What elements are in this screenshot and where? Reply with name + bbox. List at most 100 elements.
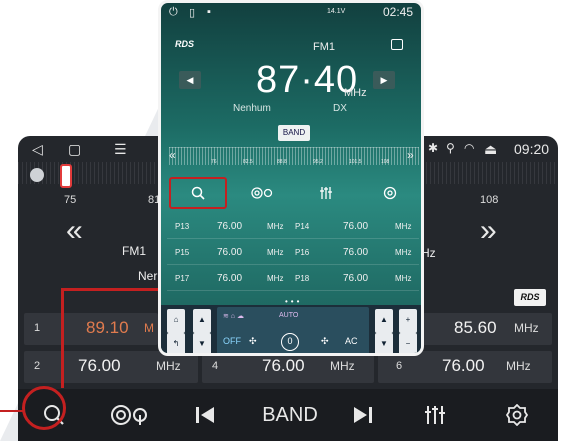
scale-tick: 95.2 [313, 159, 323, 165]
scale-tick: 108 [381, 159, 390, 165]
temp-down-right-icon[interactable]: ▼ [375, 333, 393, 353]
preset-frequency: 76.00 [343, 247, 369, 258]
phone-radio-screen: ⏻ ▯ ▪ 14.1V 02:45 RDS FM1 ◀ ▶ 87·40 MHz … [158, 0, 424, 356]
gear-icon [383, 186, 397, 200]
preset-unit: MHz [267, 222, 284, 231]
phone-station-name: Nenhum [233, 103, 271, 114]
eject-icon[interactable]: ⏏ [484, 141, 497, 158]
location-icon: ⚲ [446, 141, 455, 155]
scale-tick: 82.5 [243, 159, 253, 165]
seek-up-button[interactable]: ▶ [373, 71, 395, 89]
radio-broadcast-icon [251, 187, 273, 199]
preset-unit: MHz [267, 274, 284, 283]
preset-frequency: 76.00 [343, 273, 369, 284]
fan-max-icon: ✣ [321, 336, 329, 346]
fan-speed[interactable]: 0 [281, 333, 299, 351]
preset-frequency: 76.00 [217, 273, 243, 284]
image-icon: ▪ [207, 6, 211, 18]
preset-frequency: 76.00 [78, 356, 121, 375]
scale-right-icon[interactable]: » [407, 148, 414, 162]
home-icon[interactable]: ⌂ [167, 309, 185, 333]
bluetooth-icon: ✱ [428, 141, 439, 155]
preset-unit: MHz [267, 248, 284, 257]
preset-label: P14 [295, 222, 310, 231]
battery-voltage: 14.1V [327, 8, 346, 15]
phone-frequency: 87·40 [256, 59, 359, 101]
tuner-dial[interactable] [30, 168, 44, 182]
preset-number: 1 [34, 322, 41, 334]
preset-label: P18 [295, 274, 310, 283]
climate-ac[interactable]: AC [345, 336, 358, 346]
settings-button[interactable] [502, 397, 532, 433]
equalizer-button[interactable] [420, 397, 450, 433]
phone-rds-logo: RDS [175, 39, 195, 49]
preset-unit: MHz [395, 248, 412, 257]
preset-frequency: 76.00 [217, 221, 243, 232]
seek-down-button[interactable]: ◀ [179, 71, 201, 89]
preset-frequency: 89.10 [86, 318, 129, 337]
phone-unit: MHz [344, 87, 367, 99]
phone-search-button[interactable] [169, 177, 227, 209]
climate-mode-icons[interactable]: ≋ ⌂ ☁ [223, 312, 244, 320]
preset-unit: MHz [506, 359, 531, 373]
phone-toolbar [167, 177, 419, 209]
radio-broadcast-icon [111, 405, 147, 425]
volume-down-icon[interactable]: − [399, 333, 417, 353]
preset-label: P13 [175, 222, 190, 231]
phone-status-bar: ⏻ ▯ ▪ 14.1V 02:45 [161, 3, 421, 23]
preset-frequency: 76.00 [262, 356, 305, 375]
climate-auto[interactable]: AUTO [279, 312, 298, 319]
preset-label: P16 [295, 248, 310, 257]
tablet-station: Ner [138, 269, 158, 283]
preset-unit: MHz [395, 274, 412, 283]
rds-badge: RDS [514, 289, 546, 306]
preset-number: 6 [396, 360, 403, 372]
temp-down-icon[interactable]: ▼ [193, 333, 211, 353]
preset-unit: M [144, 321, 154, 335]
preset-frequency: 76.00 [343, 221, 369, 232]
callout-line [61, 288, 64, 388]
power-icon[interactable]: ⏻ [169, 6, 178, 19]
equalizer-icon [320, 187, 332, 199]
back-icon[interactable]: ◁ [32, 141, 43, 158]
home-icon[interactable]: ▢ [68, 141, 81, 158]
climate-controls: ≋ ⌂ ☁ AUTO OFF ✣ 0 ✣ AC [217, 307, 369, 353]
preset-1[interactable]: 1 89.10 M [24, 313, 158, 345]
tablet-band: FM1 [122, 244, 146, 258]
temp-up-icon[interactable]: ▲ [193, 309, 211, 333]
climate-bar: ⌂ ↰ ▲ ▼ ≋ ⌂ ☁ AUTO OFF ✣ 0 ✣ AC ▲ ▼ + − [161, 305, 421, 353]
preset-unit: MHz [156, 359, 181, 373]
phone-presets: P13 76.00 MHz P14 76.00 MHz P15 76.00 MH… [167, 215, 419, 293]
broadcast-button[interactable] [106, 397, 154, 433]
scale-tick: 76 [211, 159, 217, 165]
equalizer-icon [425, 406, 445, 424]
preset-row[interactable]: P17 76.00 MHz P18 76.00 MHz [167, 267, 419, 291]
gallery-icon[interactable] [391, 39, 403, 50]
phone-broadcast-button[interactable] [233, 177, 291, 209]
prev-button[interactable] [190, 397, 220, 433]
scale-left-icon[interactable]: « [169, 148, 176, 162]
preset-row[interactable]: P13 76.00 MHz P14 76.00 MHz [167, 215, 419, 239]
preset-5[interactable]: 85.60 MHz [418, 313, 552, 345]
volume-up-icon[interactable]: + [399, 309, 417, 333]
preset-frequency: 76.00 [217, 247, 243, 258]
phone-band-button[interactable]: BAND [278, 125, 310, 141]
seek-back-icon[interactable]: « [66, 214, 83, 248]
climate-off[interactable]: OFF [223, 336, 241, 346]
preset-row[interactable]: P15 76.00 MHz P16 76.00 MHz [167, 241, 419, 265]
search-icon [191, 186, 205, 200]
phone-equalizer-button[interactable] [297, 177, 355, 209]
seek-forward-icon[interactable]: » [480, 214, 497, 248]
tuner-marker[interactable] [60, 164, 72, 188]
back-icon[interactable]: ↰ [167, 333, 185, 353]
status-time: 09:20 [514, 141, 550, 157]
next-button[interactable] [348, 397, 378, 433]
phone-settings-button[interactable] [361, 177, 419, 209]
phone-band: FM1 [313, 41, 335, 53]
band-button[interactable]: BAND [250, 397, 330, 433]
menu-icon[interactable]: ☰ [114, 141, 127, 158]
phone-tuner-scale[interactable]: « 76 82.5 88.8 95.2 101.5 108 » [169, 147, 419, 165]
scale-tick: 88.8 [277, 159, 287, 165]
temp-up-right-icon[interactable]: ▲ [375, 309, 393, 333]
bottom-toolbar: BAND [18, 389, 558, 441]
